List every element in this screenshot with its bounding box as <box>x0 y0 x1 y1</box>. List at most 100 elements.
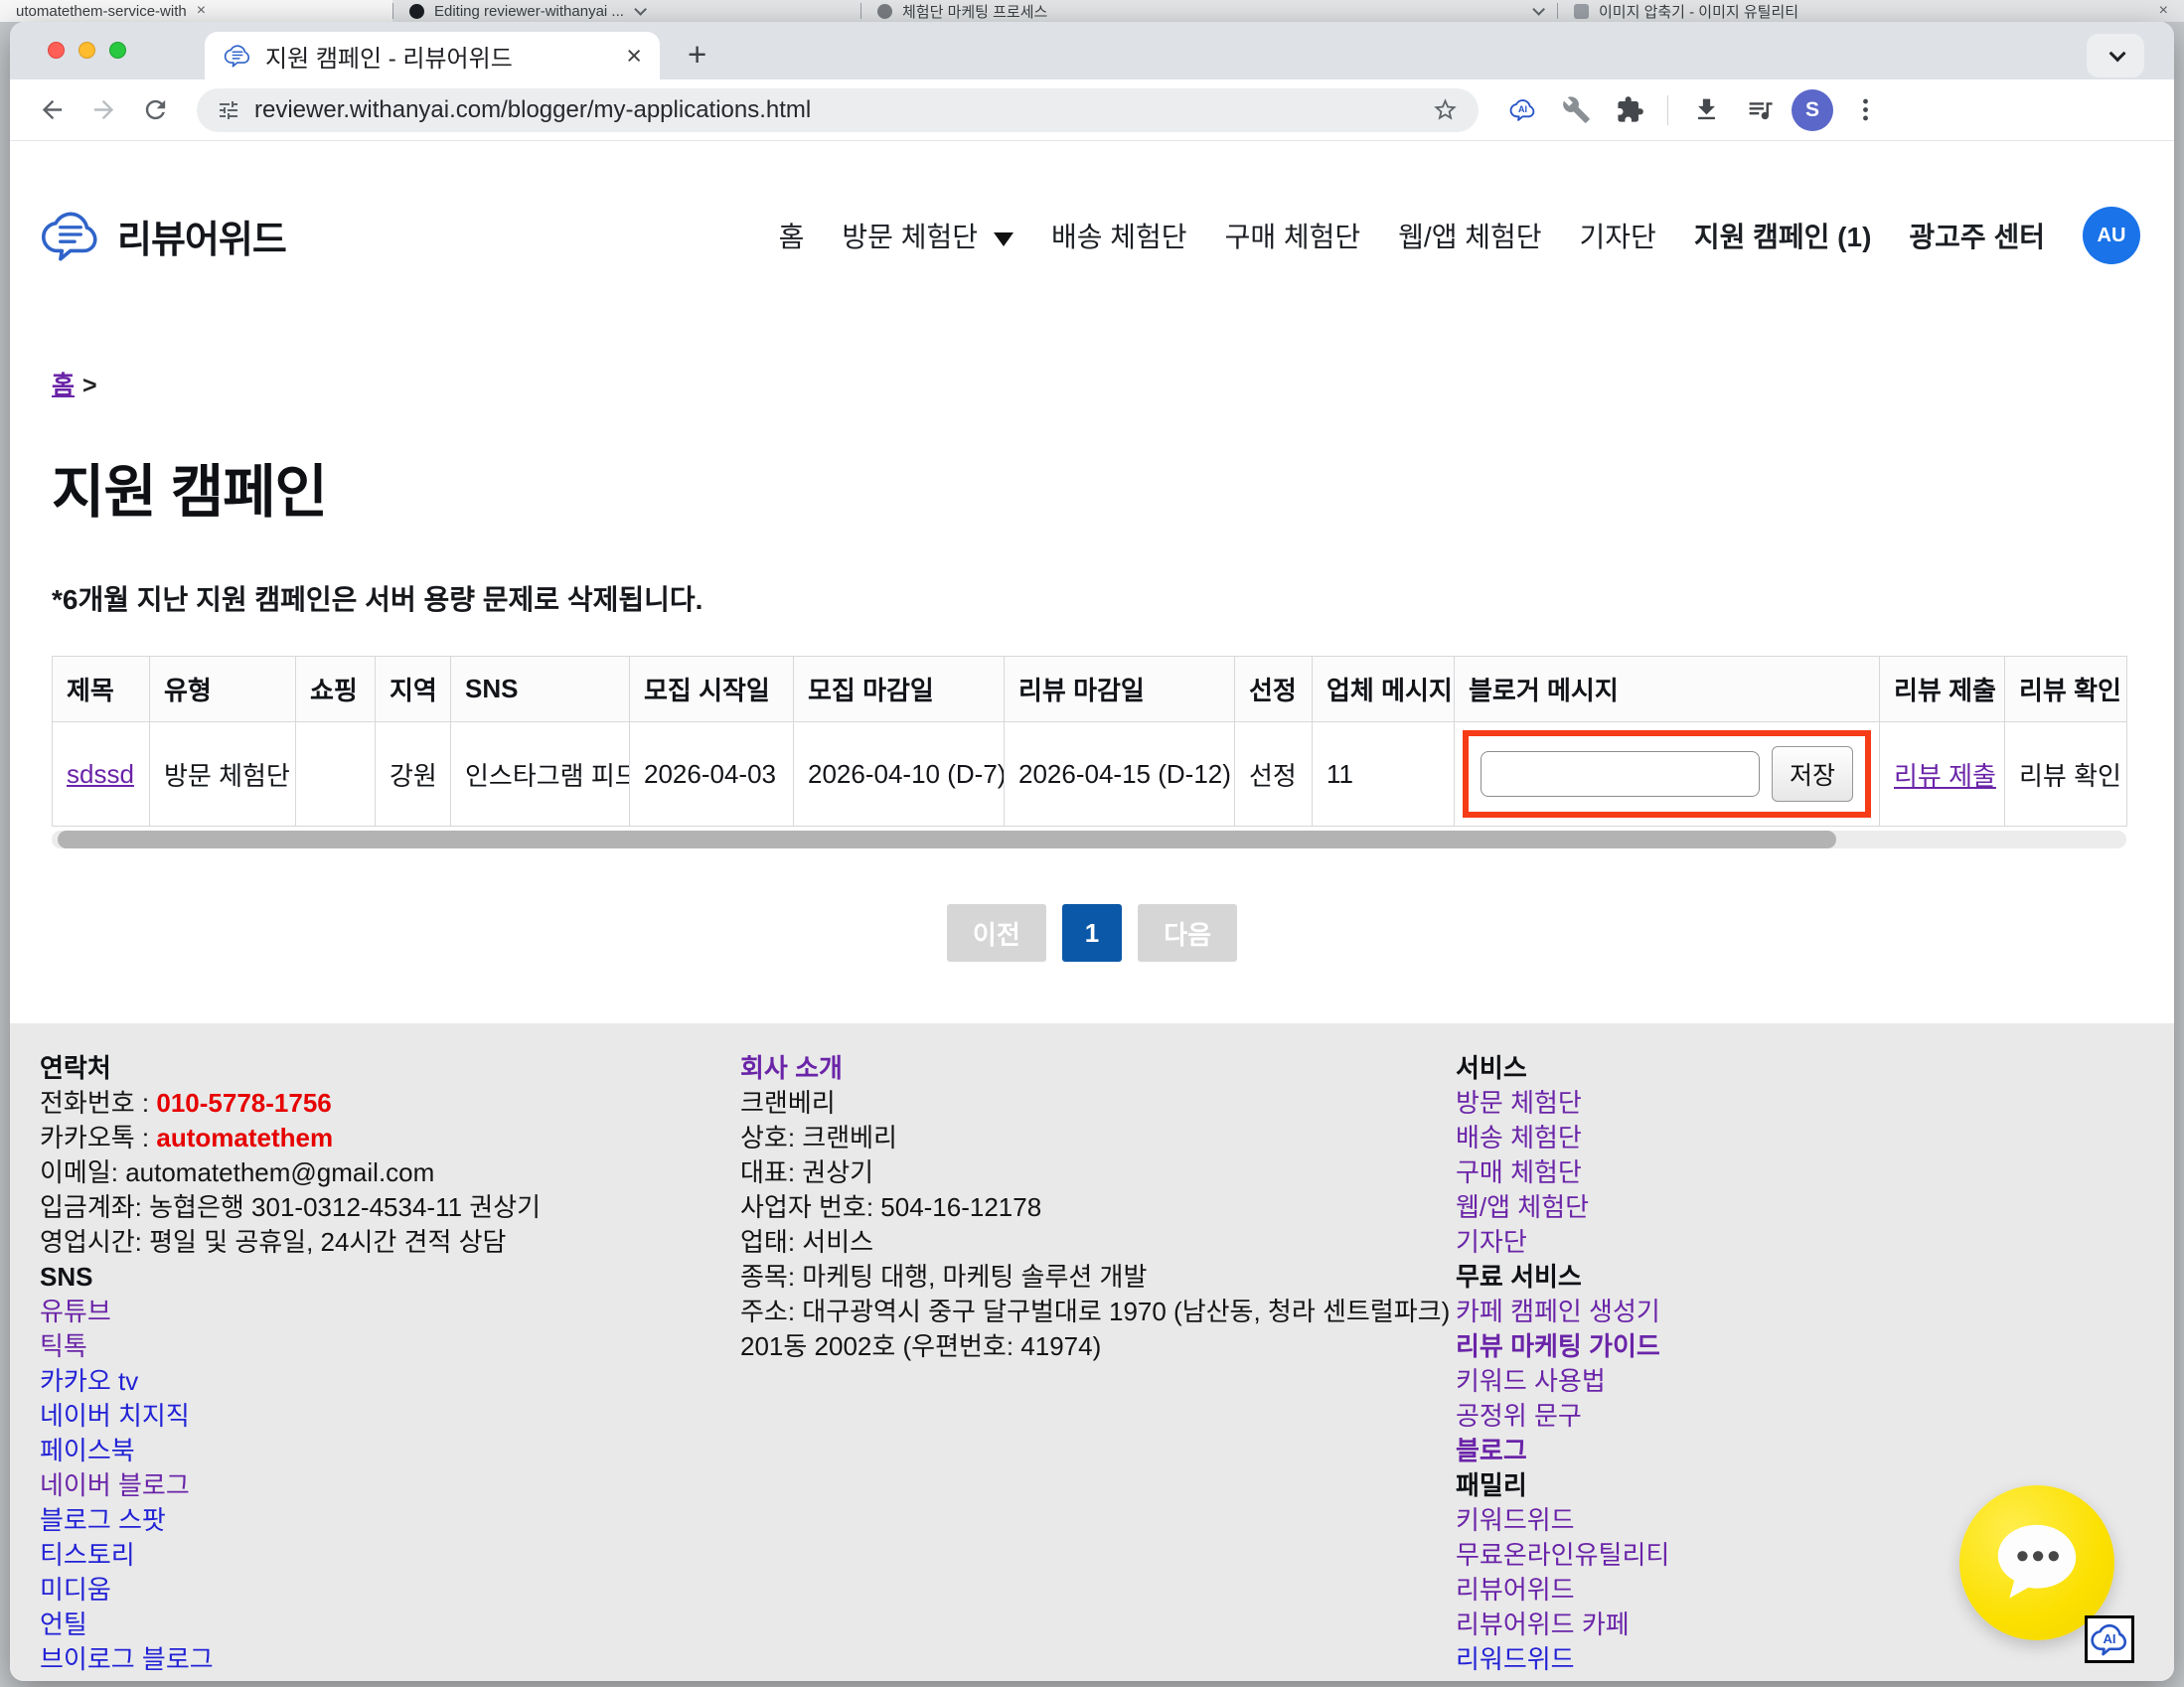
link[interactable]: 언틸 <box>40 1610 87 1639</box>
close-icon[interactable]: × <box>2159 2 2168 20</box>
email-line: 이메일: automatethem@gmail.com <box>40 1155 740 1190</box>
nav-delivery-campaign[interactable]: 배송 체험단 <box>1051 216 1187 255</box>
guide-link-ftc: 공정위 문구 <box>1456 1399 2144 1434</box>
link[interactable]: 블로그 스팟 <box>40 1505 166 1535</box>
link[interactable]: 키워드 사용법 <box>1456 1366 1606 1396</box>
media-controls-button[interactable] <box>1738 88 1782 132</box>
main-content: 홈> 지원 캠페인 *6개월 지난 지원 캠페인은 서버 용량 문제로 삭제됩니… <box>10 330 2174 962</box>
company-about-link[interactable]: 회사 소개 <box>740 1053 843 1083</box>
brand-brain-icon <box>38 203 103 268</box>
browser-window: 지원 캠페인 - 리뷰어위드 × + reviewer.withanyai.co… <box>10 22 2174 1681</box>
nav-visit-campaign[interactable]: 방문 체험단 <box>842 216 1014 255</box>
close-icon[interactable]: × <box>197 2 206 20</box>
user-avatar[interactable]: AU <box>2083 207 2140 264</box>
background-tab[interactable]: 체험단 마케팅 프로세스 <box>861 0 1557 22</box>
nav-press-corps[interactable]: 기자단 <box>1580 216 1656 255</box>
brand-logo[interactable]: 리뷰어위드 <box>38 203 286 268</box>
bookmark-star-icon[interactable] <box>1432 96 1459 123</box>
link[interactable]: 페이스북 <box>40 1436 135 1465</box>
minimize-window-button[interactable] <box>78 42 95 59</box>
review-marketing-guide-link[interactable]: 리뷰 마케팅 가이드 <box>1456 1331 1660 1361</box>
background-tab[interactable]: Editing reviewer-withanyai ... <box>393 0 860 22</box>
sns-link-youtube: 유튜브 <box>40 1295 740 1329</box>
background-tab[interactable]: utomatethem-service-with × <box>0 0 392 22</box>
dropdown-caret-icon <box>994 232 1014 246</box>
background-tab[interactable]: 이미지 압축기 - 이미지 유틸리티 × <box>1558 0 2184 22</box>
col-title: 제목 <box>53 657 150 722</box>
blogger-message-input[interactable] <box>1481 751 1760 797</box>
link[interactable]: 방문 체험단 <box>1456 1088 1582 1118</box>
cell-blogger-message: 저장 <box>1455 722 1880 827</box>
footer-company-column: 회사 소개 크랜베리 상호: 크랜베리 대표: 권상기 사업자 번호: 504-… <box>740 1051 1456 1681</box>
link[interactable]: 위키독스 블로그 <box>40 1679 214 1681</box>
chevron-down-icon <box>1532 3 1545 16</box>
divider <box>1667 95 1668 125</box>
sns-link-until: 언틸 <box>40 1608 740 1642</box>
horizontal-scrollbar[interactable] <box>52 831 2126 848</box>
site-info-icon[interactable] <box>217 98 240 122</box>
link[interactable]: 브이로그 블로그 <box>40 1644 214 1674</box>
background-tab-label: utomatethem-service-with <box>16 3 187 20</box>
col-selected: 선정 <box>1235 657 1313 722</box>
link[interactable]: 공정위 문구 <box>1456 1401 1582 1431</box>
link[interactable]: 미디움 <box>40 1575 111 1605</box>
close-window-button[interactable] <box>48 42 65 59</box>
reload-button[interactable] <box>133 88 177 132</box>
nav-webapp-campaign[interactable]: 웹/앱 체험단 <box>1398 216 1541 255</box>
url-bar[interactable]: reviewer.withanyai.com/blogger/my-applic… <box>197 88 1479 132</box>
downloads-button[interactable] <box>1684 88 1728 132</box>
link[interactable]: 리뷰어위드 <box>1456 1575 1575 1605</box>
service-link-visit: 방문 체험단 <box>1456 1086 2144 1121</box>
sns-link-kakao-tv: 카카오 tv <box>40 1364 740 1399</box>
link[interactable]: 유튜브 <box>40 1297 111 1326</box>
link[interactable]: 웹/앱 체험단 <box>1456 1192 1589 1222</box>
campaign-title-link[interactable]: sdssd <box>67 759 134 789</box>
link[interactable]: 틱톡 <box>40 1331 87 1361</box>
link[interactable]: 티스토리 <box>40 1540 135 1570</box>
link[interactable]: 리뷰어위드 카페 <box>1456 1610 1630 1639</box>
link[interactable]: 네이버 치지직 <box>40 1401 190 1431</box>
browser-menu-button[interactable] <box>1843 88 1887 132</box>
nav-advertiser-center[interactable]: 광고주 센터 <box>1909 216 2045 255</box>
link[interactable]: 카카오 tv <box>40 1366 138 1396</box>
nav-visit-campaign-label: 방문 체험단 <box>842 222 978 252</box>
nav-applied-campaigns[interactable]: 지원 캠페인 (1) <box>1694 216 1872 255</box>
tab-close-icon[interactable]: × <box>626 43 642 70</box>
blog-link[interactable]: 블로그 <box>1456 1436 1527 1465</box>
nav-purchase-campaign[interactable]: 구매 체험단 <box>1225 216 1361 255</box>
prev-page-button[interactable]: 이전 <box>947 904 1046 962</box>
tab-search-button[interactable] <box>2087 34 2144 77</box>
scrollbar-thumb[interactable] <box>58 831 1836 848</box>
sns-link-vlog-blog: 브이로그 블로그 <box>40 1642 740 1677</box>
browser-profile-avatar[interactable]: S <box>1792 89 1833 131</box>
link[interactable]: 리워드위드 <box>1456 1644 1575 1674</box>
nav-home[interactable]: 홈 <box>779 216 805 255</box>
link[interactable]: 키워드위드 <box>1456 1505 1575 1535</box>
link[interactable]: 네이버 블로그 <box>40 1470 190 1500</box>
current-page-button[interactable]: 1 <box>1062 904 1122 962</box>
forward-button[interactable] <box>81 88 125 132</box>
phone-value: 010-5778-1756 <box>156 1088 331 1118</box>
link[interactable]: 디테일위드 <box>1456 1679 1575 1681</box>
next-page-button[interactable]: 다음 <box>1138 904 1237 962</box>
review-submit-link[interactable]: 리뷰 제출 <box>1894 761 1996 791</box>
link[interactable]: 기자단 <box>1456 1227 1527 1257</box>
zoom-window-button[interactable] <box>109 42 126 59</box>
ai-extension-button[interactable]: AI <box>1500 88 1544 132</box>
ai-extension-badge[interactable]: AI <box>2085 1615 2134 1663</box>
new-tab-button[interactable]: + <box>688 36 706 74</box>
site-footer: 연락처 전화번호 : 010-5778-1756 카카오톡 : automate… <box>10 1023 2174 1681</box>
link[interactable]: 무료온라인유틸리티 <box>1456 1540 1669 1570</box>
breadcrumb-home-link[interactable]: 홈 <box>52 372 75 399</box>
link[interactable]: 구매 체험단 <box>1456 1157 1582 1187</box>
sns-link-blogspot: 블로그 스팟 <box>40 1503 740 1538</box>
save-button[interactable]: 저장 <box>1772 746 1853 802</box>
phone-label: 전화번호 : <box>40 1088 156 1118</box>
wrench-extension-button[interactable] <box>1554 88 1598 132</box>
active-tab[interactable]: 지원 캠페인 - 리뷰어위드 × <box>205 32 660 79</box>
link[interactable]: 배송 체험단 <box>1456 1123 1582 1152</box>
tabstrip: 지원 캠페인 - 리뷰어위드 × + <box>10 22 2174 79</box>
back-button[interactable] <box>30 88 74 132</box>
extensions-button[interactable] <box>1608 88 1651 132</box>
link[interactable]: 카페 캠페인 생성기 <box>1456 1297 1660 1326</box>
